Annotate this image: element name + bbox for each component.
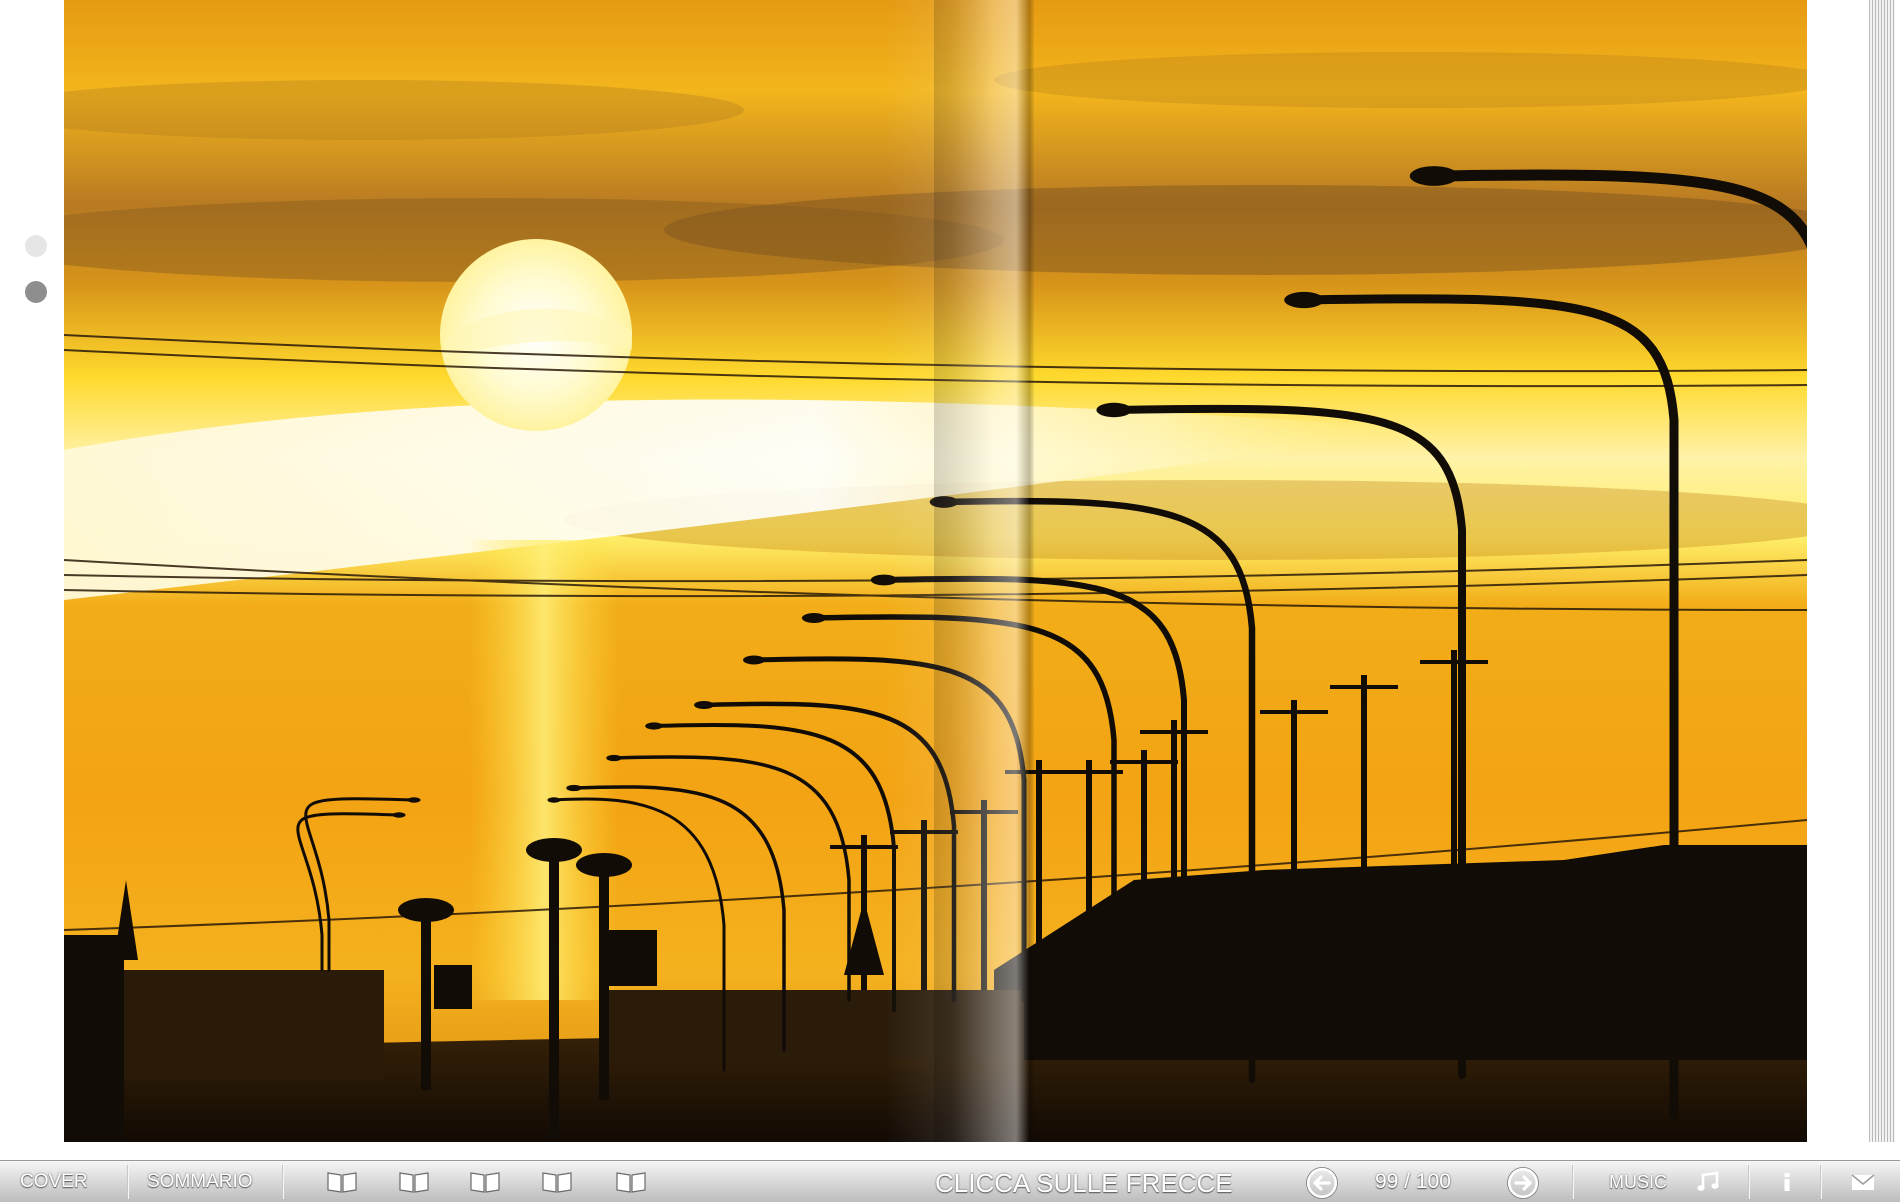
- page-indicator-dot-2[interactable]: [25, 281, 47, 303]
- open-book-icon[interactable]: [398, 1170, 430, 1194]
- music-note-icon[interactable]: [1696, 1170, 1722, 1194]
- arrow-left-circle-icon[interactable]: [1305, 1166, 1339, 1200]
- sommario-button[interactable]: SOMMARIO: [147, 1161, 253, 1202]
- toolbar-divider: [282, 1165, 283, 1199]
- open-book-icon[interactable]: [326, 1170, 358, 1194]
- page-indicator-dot-1[interactable]: [25, 235, 47, 257]
- page-stack-edges: [1807, 0, 1900, 1142]
- toolbar-divider: [1820, 1165, 1821, 1199]
- page-edge-lines: [1869, 0, 1895, 1142]
- magazine-spread[interactable]: [64, 0, 1807, 1142]
- bottom-toolbar: COVER SOMMARIO CLICCA SULLE FRECCE 99 / …: [0, 1160, 1900, 1202]
- toolbar-divider: [1748, 1165, 1749, 1199]
- page-counter: 99 / 100: [1375, 1170, 1451, 1193]
- instruction-text: CLICCA SULLE FRECCE: [935, 1168, 1233, 1198]
- info-icon[interactable]: [1774, 1170, 1800, 1194]
- page-edge-margin: [1807, 0, 1869, 1142]
- toolbar-divider: [127, 1165, 128, 1199]
- sunset-street-photo: [64, 0, 1807, 1142]
- arrow-right-circle-icon[interactable]: [1506, 1166, 1540, 1200]
- cover-button[interactable]: COVER: [20, 1161, 88, 1202]
- envelope-icon[interactable]: [1850, 1170, 1876, 1194]
- open-book-icon[interactable]: [615, 1170, 647, 1194]
- toolbar-divider: [1572, 1165, 1573, 1199]
- music-button[interactable]: MUSIC: [1609, 1161, 1667, 1202]
- open-book-icon[interactable]: [541, 1170, 573, 1194]
- open-book-icon[interactable]: [469, 1170, 501, 1194]
- flipbook-viewer: COVER SOMMARIO CLICCA SULLE FRECCE 99 / …: [0, 0, 1900, 1202]
